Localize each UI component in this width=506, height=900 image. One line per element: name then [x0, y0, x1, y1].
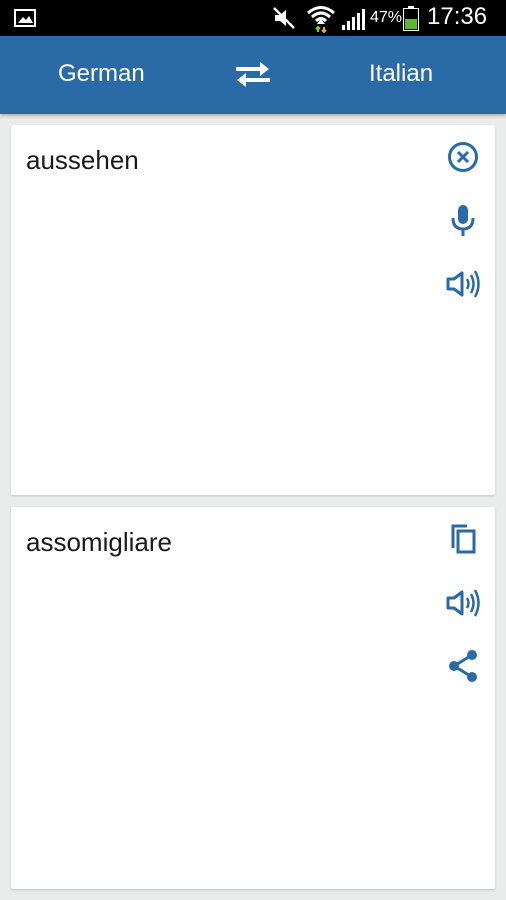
speaker-icon	[446, 589, 480, 617]
clock: 17:36	[427, 3, 488, 30]
input-card[interactable]: aussehen	[11, 125, 495, 495]
output-card: assomigliare	[11, 507, 495, 889]
swap-icon	[236, 62, 270, 87]
signal-icon	[342, 9, 365, 30]
speak-input-button[interactable]	[443, 264, 483, 304]
copy-button[interactable]	[443, 520, 483, 560]
clear-icon	[448, 142, 478, 172]
share-icon	[449, 650, 477, 682]
mute-icon	[273, 7, 295, 29]
battery-percent: 47%	[370, 9, 403, 26]
input-text[interactable]: aussehen	[26, 145, 139, 176]
target-language-button[interactable]: Italian	[369, 60, 433, 88]
copy-icon	[451, 524, 476, 554]
share-button[interactable]	[443, 646, 483, 686]
translation-text: assomigliare	[26, 527, 172, 557]
speaker-icon	[446, 270, 480, 298]
swap-languages-button[interactable]	[234, 58, 272, 90]
language-toolbar: German Italian	[0, 36, 506, 114]
battery-icon	[403, 6, 419, 31]
source-language-button[interactable]: German	[58, 60, 145, 88]
gallery-icon	[14, 9, 36, 27]
wifi-icon	[307, 6, 335, 33]
microphone-icon	[451, 205, 475, 236]
status-bar: 47% 17:36	[0, 0, 506, 36]
clear-button[interactable]	[443, 138, 483, 178]
speak-output-button[interactable]	[443, 583, 483, 623]
microphone-button[interactable]	[443, 201, 483, 241]
